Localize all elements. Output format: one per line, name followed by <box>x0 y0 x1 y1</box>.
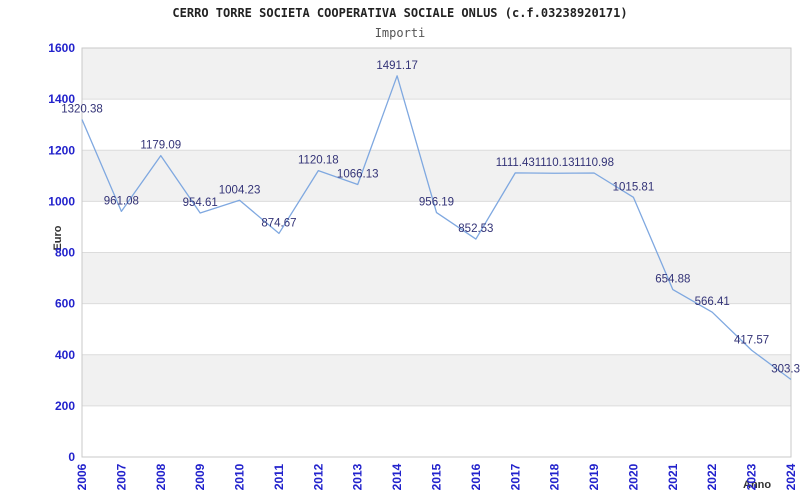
x-tick-label: 2007 <box>114 463 128 490</box>
data-point-label: 1111.43 <box>496 157 535 169</box>
plot-band <box>82 201 791 253</box>
plot-band <box>82 48 791 100</box>
x-tick-label: 2023 <box>745 463 759 490</box>
y-tick-label: 1000 <box>48 194 75 208</box>
data-point-label: 852.53 <box>458 223 493 235</box>
x-tick-label: 2022 <box>705 463 719 490</box>
x-tick-label: 2015 <box>430 463 444 490</box>
x-tick-label: 2017 <box>508 463 522 490</box>
data-point-label: 303.3 <box>771 363 800 375</box>
x-tick-label: 2021 <box>666 463 680 490</box>
x-tick-label: 2020 <box>626 463 640 490</box>
y-tick-label: 400 <box>55 348 75 362</box>
y-tick-label: 600 <box>55 297 75 311</box>
data-point-label: 956.19 <box>419 197 454 209</box>
plot-band <box>82 150 791 202</box>
data-point-label: 417.57 <box>734 334 769 346</box>
x-tick-label: 2009 <box>193 463 207 490</box>
chart-canvas: 020040060080010001200140016002006 2007 200… <box>48 41 800 490</box>
data-point-label: 1179.09 <box>140 140 181 152</box>
plot-band <box>82 99 791 151</box>
data-point-label: 1004.23 <box>219 184 261 196</box>
y-tick-label: 1600 <box>48 41 75 55</box>
y-tick-label: 0 <box>68 450 75 464</box>
x-tick-label: 2010 <box>233 463 247 490</box>
x-tick-label: 2008 <box>154 463 168 490</box>
y-tick-label: 800 <box>55 246 75 260</box>
plot-band <box>82 405 791 457</box>
data-point-label: 954.61 <box>183 197 218 209</box>
x-tick-label: 2019 <box>587 463 601 490</box>
data-point-label: 1015.81 <box>613 181 655 193</box>
data-point-label: 1066.13 <box>337 168 379 180</box>
x-tick-label: 2018 <box>548 463 562 490</box>
data-point-label: 1120.18 <box>298 155 339 167</box>
x-tick-label: 2012 <box>311 463 325 490</box>
y-tick-label: 200 <box>55 399 75 413</box>
data-point-label: 1491.17 <box>376 60 418 72</box>
y-tick-label: 1200 <box>48 143 75 157</box>
data-point-label: 874.67 <box>261 217 296 229</box>
data-point-label: 1110.98 <box>574 157 614 169</box>
plot-band <box>82 354 791 406</box>
x-tick-label: 2024 <box>784 463 798 490</box>
data-point-label: 961.08 <box>104 195 139 207</box>
data-point-label: 1110.13 <box>535 157 575 169</box>
x-tick-label: 2013 <box>351 463 365 490</box>
data-point-label: 654.88 <box>655 274 690 286</box>
data-point-label: 1320.38 <box>61 103 103 115</box>
data-point-label: 566.41 <box>695 296 730 308</box>
x-tick-label: 2011 <box>272 464 286 490</box>
x-tick-label: 2006 <box>75 463 89 490</box>
x-tick-label: 2016 <box>469 463 483 490</box>
plot-band <box>82 303 791 355</box>
x-tick-label: 2014 <box>390 463 404 490</box>
